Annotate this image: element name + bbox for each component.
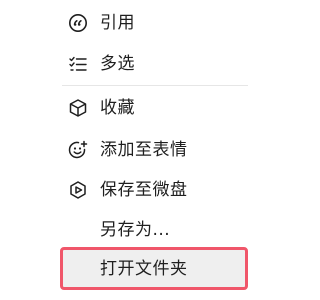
menu-item-save-to-weiyun-label: 保存至微盘 [100, 180, 188, 200]
menu-item-add-sticker-label: 添加至表情 [100, 140, 188, 160]
menu-item-quote[interactable] [62, 6, 248, 40]
menu-item-save-as-label: 另存为... [100, 220, 171, 240]
menu-item-favorite-label: 收藏 [100, 98, 135, 118]
menu-item-open-folder-label: 打开文件夹 [100, 259, 188, 279]
context-menu: 引用 多选 收藏 添加至表情 保存至微盘 另存为... 打开文件夹 [0, 0, 300, 300]
menu-item-multi-select[interactable] [62, 47, 248, 81]
menu-item-favorite[interactable] [62, 91, 248, 125]
menu-divider [62, 85, 248, 86]
menu-item-quote-label: 引用 [100, 13, 135, 33]
menu-item-multi-select-label: 多选 [100, 54, 135, 74]
